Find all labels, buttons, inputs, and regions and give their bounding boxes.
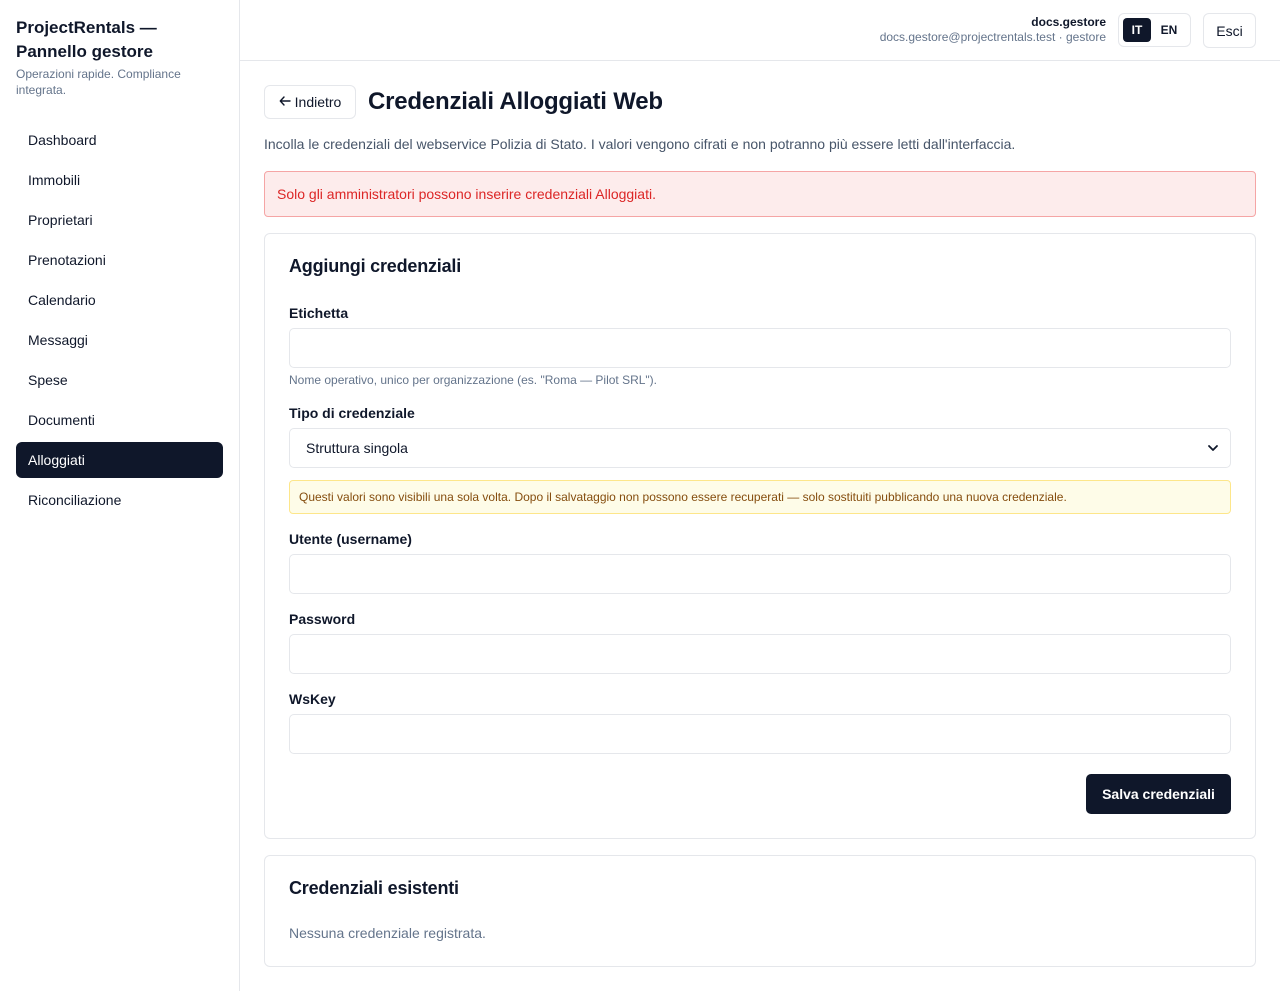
username-field-label: Utente (username) — [289, 531, 412, 547]
sidebar-item-alloggiati[interactable]: Alloggiati — [16, 442, 223, 478]
existing-credentials-title: Credenziali esistenti — [289, 878, 459, 898]
language-switch: IT EN — [1118, 13, 1191, 47]
username-input[interactable] — [289, 554, 1231, 594]
sidebar: ProjectRentals — Pannello gestore Operaz… — [0, 0, 240, 991]
chevron-down-icon — [1206, 441, 1220, 455]
sidebar-item-riconciliazione[interactable]: Riconciliazione — [16, 482, 223, 518]
brand-subtitle: Operazioni rapide. Compliance integrata. — [16, 67, 181, 97]
language-en-button[interactable]: EN — [1155, 18, 1183, 42]
password-input[interactable] — [289, 634, 1231, 674]
page-header: Indietro Credenziali Alloggiati Web — [264, 85, 663, 119]
sidebar-item-spese[interactable]: Spese — [16, 362, 223, 398]
page-intro: Incolla le credenziali del webservice Po… — [264, 136, 1016, 152]
sidebar-item-immobili[interactable]: Immobili — [16, 162, 223, 198]
empty-state-text: Nessuna credenziale registrata. — [289, 925, 486, 941]
credential-type-selected: Struttura singola — [306, 440, 408, 456]
arrow-left-icon — [279, 94, 291, 110]
user-email: docs.gestore@projectrentals.test · gesto… — [879, 30, 1106, 44]
credential-type-label: Tipo di credenziale — [289, 405, 415, 421]
password-field-label: Password — [289, 611, 356, 627]
brand-title: ProjectRentals — Pannello gestore — [16, 18, 157, 61]
existing-credentials-card: Credenziali esistenti Nessuna credenzial… — [264, 855, 1256, 967]
sidebar-item-documenti[interactable]: Documenti — [16, 402, 223, 438]
topbar: docs.gestore docs.gestore@projectrentals… — [240, 0, 1280, 61]
sidebar-item-calendario[interactable]: Calendario — [16, 282, 223, 318]
sidebar-nav: Dashboard Immobili Proprietari Prenotazi… — [16, 122, 223, 518]
sidebar-item-proprietari[interactable]: Proprietari — [16, 202, 223, 238]
visibility-warning-alert: Questi valori sono visibili una sola vol… — [289, 480, 1231, 514]
sidebar-item-messaggi[interactable]: Messaggi — [16, 322, 223, 358]
save-credentials-button[interactable]: Salva credenziali — [1086, 774, 1231, 814]
logout-button[interactable]: Esci — [1203, 13, 1256, 48]
add-credentials-card: Aggiungi credenziali Etichetta Nome oper… — [264, 233, 1256, 839]
add-credentials-title: Aggiungi credenziali — [289, 256, 462, 276]
user-info: docs.gestore docs.gestore@projectrentals… — [880, 15, 1106, 45]
user-name: docs.gestore — [1031, 15, 1106, 29]
language-it-button[interactable]: IT — [1123, 18, 1151, 42]
sidebar-item-dashboard[interactable]: Dashboard — [16, 122, 223, 158]
wskey-field-label: WsKey — [289, 691, 336, 707]
sidebar-item-prenotazioni[interactable]: Prenotazioni — [16, 242, 223, 278]
credential-type-select[interactable]: Struttura singola — [289, 428, 1231, 468]
label-field-hint: Nome operativo, unico per organizzazione… — [289, 373, 658, 387]
back-button[interactable]: Indietro — [264, 85, 356, 119]
wskey-input[interactable] — [289, 714, 1231, 754]
label-input[interactable] — [289, 328, 1231, 368]
permission-error-alert: Solo gli amministratori possono inserire… — [264, 171, 1256, 217]
back-button-label: Indietro — [294, 94, 342, 110]
page-title: Credenziali Alloggiati Web — [368, 88, 663, 115]
label-field-label: Etichetta — [289, 305, 349, 321]
